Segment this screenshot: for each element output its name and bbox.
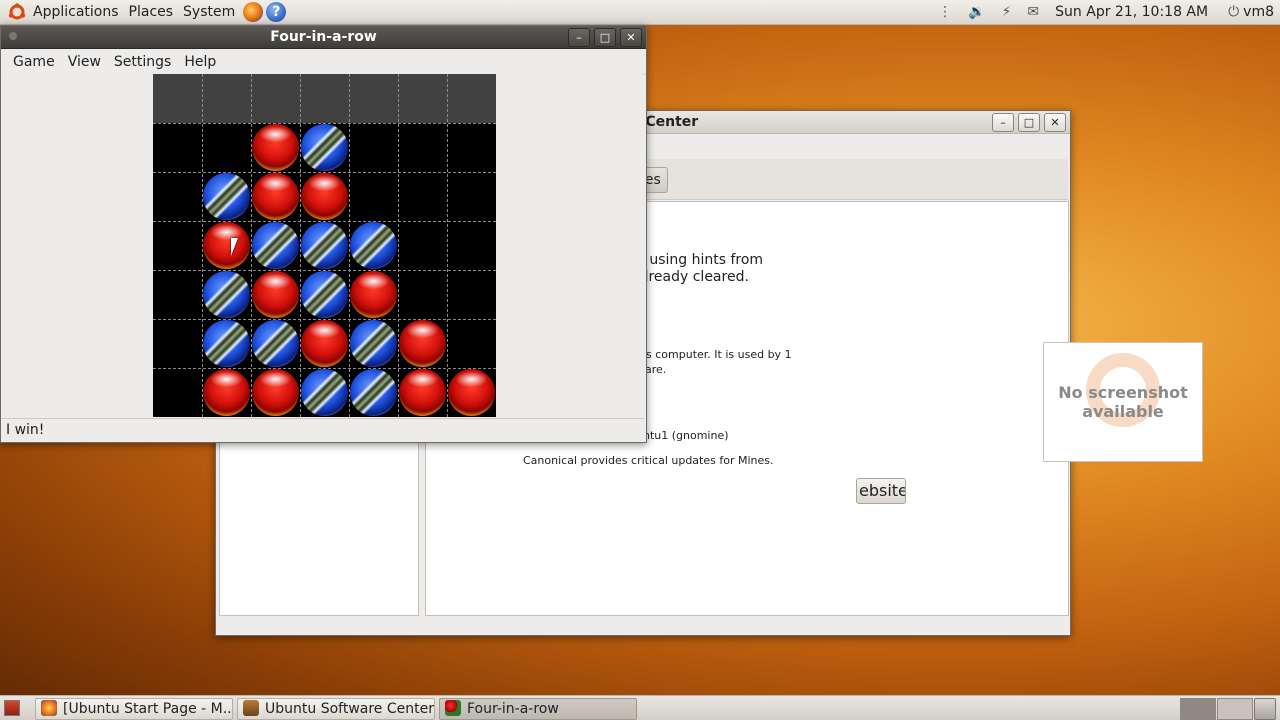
- blue-marble: [203, 271, 250, 318]
- screenshot-placeholder: No screenshot available: [1043, 342, 1203, 462]
- applications-menu[interactable]: Applications: [28, 4, 124, 20]
- workspace-1[interactable]: [1180, 698, 1216, 720]
- red-marble: [301, 173, 348, 220]
- blue-marble: [252, 222, 299, 269]
- places-menu[interactable]: Places: [124, 4, 179, 20]
- taskbar-item-four-in-a-row[interactable]: Four-in-a-row: [439, 698, 637, 720]
- red-marble: [203, 369, 250, 416]
- blue-marble: [252, 320, 299, 367]
- user-name[interactable]: vm8: [1243, 4, 1274, 20]
- clock[interactable]: Sun Apr 21, 10:18 AM: [1055, 4, 1208, 20]
- trash-icon[interactable]: [1254, 698, 1276, 720]
- version-label: untu1 (gnomine): [636, 429, 729, 442]
- minimize-button[interactable]: –: [992, 113, 1014, 132]
- red-marble: [350, 271, 397, 318]
- mouse-pointer-icon: [231, 238, 245, 256]
- game-board[interactable]: [153, 74, 496, 417]
- help-menu[interactable]: Help: [177, 54, 222, 70]
- power-icon[interactable]: ⏻: [1228, 4, 1239, 20]
- blue-marble: [350, 369, 397, 416]
- help-launcher-icon[interactable]: ?: [266, 2, 287, 22]
- settings-menu[interactable]: Settings: [107, 54, 177, 70]
- blue-marble: [203, 320, 250, 367]
- updates-label: Canonical provides critical updates for …: [523, 454, 774, 467]
- red-marble: [448, 369, 495, 416]
- software-center-icon: [243, 700, 259, 716]
- maximize-button[interactable]: □: [594, 28, 616, 47]
- blue-marble: [350, 320, 397, 367]
- description-line-2: already cleared.: [636, 269, 749, 285]
- red-marble: [301, 320, 348, 367]
- game-menu[interactable]: Game: [1, 54, 61, 70]
- maximize-button[interactable]: □: [1018, 113, 1040, 132]
- drop-row[interactable]: [153, 74, 496, 123]
- four-in-a-row-titlebar[interactable]: Four-in-a-row – □ ✕: [1, 26, 646, 49]
- grid-line: [447, 74, 448, 417]
- red-marble: [399, 369, 446, 416]
- blue-marble: [350, 222, 397, 269]
- close-button[interactable]: ✕: [620, 28, 642, 47]
- minimize-button[interactable]: –: [568, 28, 590, 47]
- taskbar-item-firefox[interactable]: [Ubuntu Start Page - M...: [35, 698, 233, 720]
- blue-marble: [301, 222, 348, 269]
- ubuntu-logo-icon[interactable]: [8, 3, 26, 21]
- red-marble: [399, 320, 446, 367]
- four-in-a-row-window: Four-in-a-row – □ ✕ Game View Settings H…: [0, 25, 647, 443]
- blue-marble: [301, 271, 348, 318]
- grid-line: [398, 74, 399, 417]
- view-menu[interactable]: View: [61, 54, 107, 70]
- red-marble: [252, 124, 299, 171]
- installed-line-1: his computer. It is used by 1: [636, 348, 792, 361]
- workspace-2[interactable]: [1217, 698, 1253, 720]
- website-button[interactable]: ebsite: [856, 478, 906, 504]
- blue-marble: [301, 369, 348, 416]
- top-panel: Applications Places System ? ⋮ 🔉 ⚡ ✉ Sun…: [0, 0, 1280, 25]
- red-marble: [252, 369, 299, 416]
- firefox-launcher-icon[interactable]: [243, 2, 264, 22]
- bottom-panel: [Ubuntu Start Page - M... Ubuntu Softwar…: [0, 695, 1280, 720]
- show-desktop-button[interactable]: [4, 700, 20, 716]
- board-area: [2, 74, 643, 417]
- keyboard-indicator-icon[interactable]: ⋮: [938, 4, 952, 20]
- volume-icon[interactable]: 🔉: [968, 4, 985, 20]
- network-icon[interactable]: ⚡: [1002, 4, 1012, 20]
- four-in-a-row-icon: [445, 700, 461, 716]
- system-menu[interactable]: System: [178, 4, 240, 20]
- system-tray: ⋮ 🔉 ⚡ ✉ Sun Apr 21, 10:18 AM ⏻ vm8: [930, 0, 1280, 24]
- firefox-icon: [41, 700, 57, 716]
- window-title: Four-in-a-row: [270, 29, 377, 45]
- red-marble: [252, 173, 299, 220]
- close-button[interactable]: ✕: [1044, 113, 1066, 132]
- mail-icon[interactable]: ✉: [1027, 4, 1039, 20]
- statusbar: I win!: [1, 418, 644, 442]
- blue-marble: [203, 173, 250, 220]
- taskbar-item-software-center[interactable]: Ubuntu Software Center: [237, 698, 435, 720]
- red-marble: [252, 271, 299, 318]
- blue-marble: [301, 124, 348, 171]
- status-message: I win!: [6, 422, 45, 438]
- description-line-1: d using hints from: [636, 252, 764, 268]
- menubar: Game View Settings Help: [1, 49, 646, 75]
